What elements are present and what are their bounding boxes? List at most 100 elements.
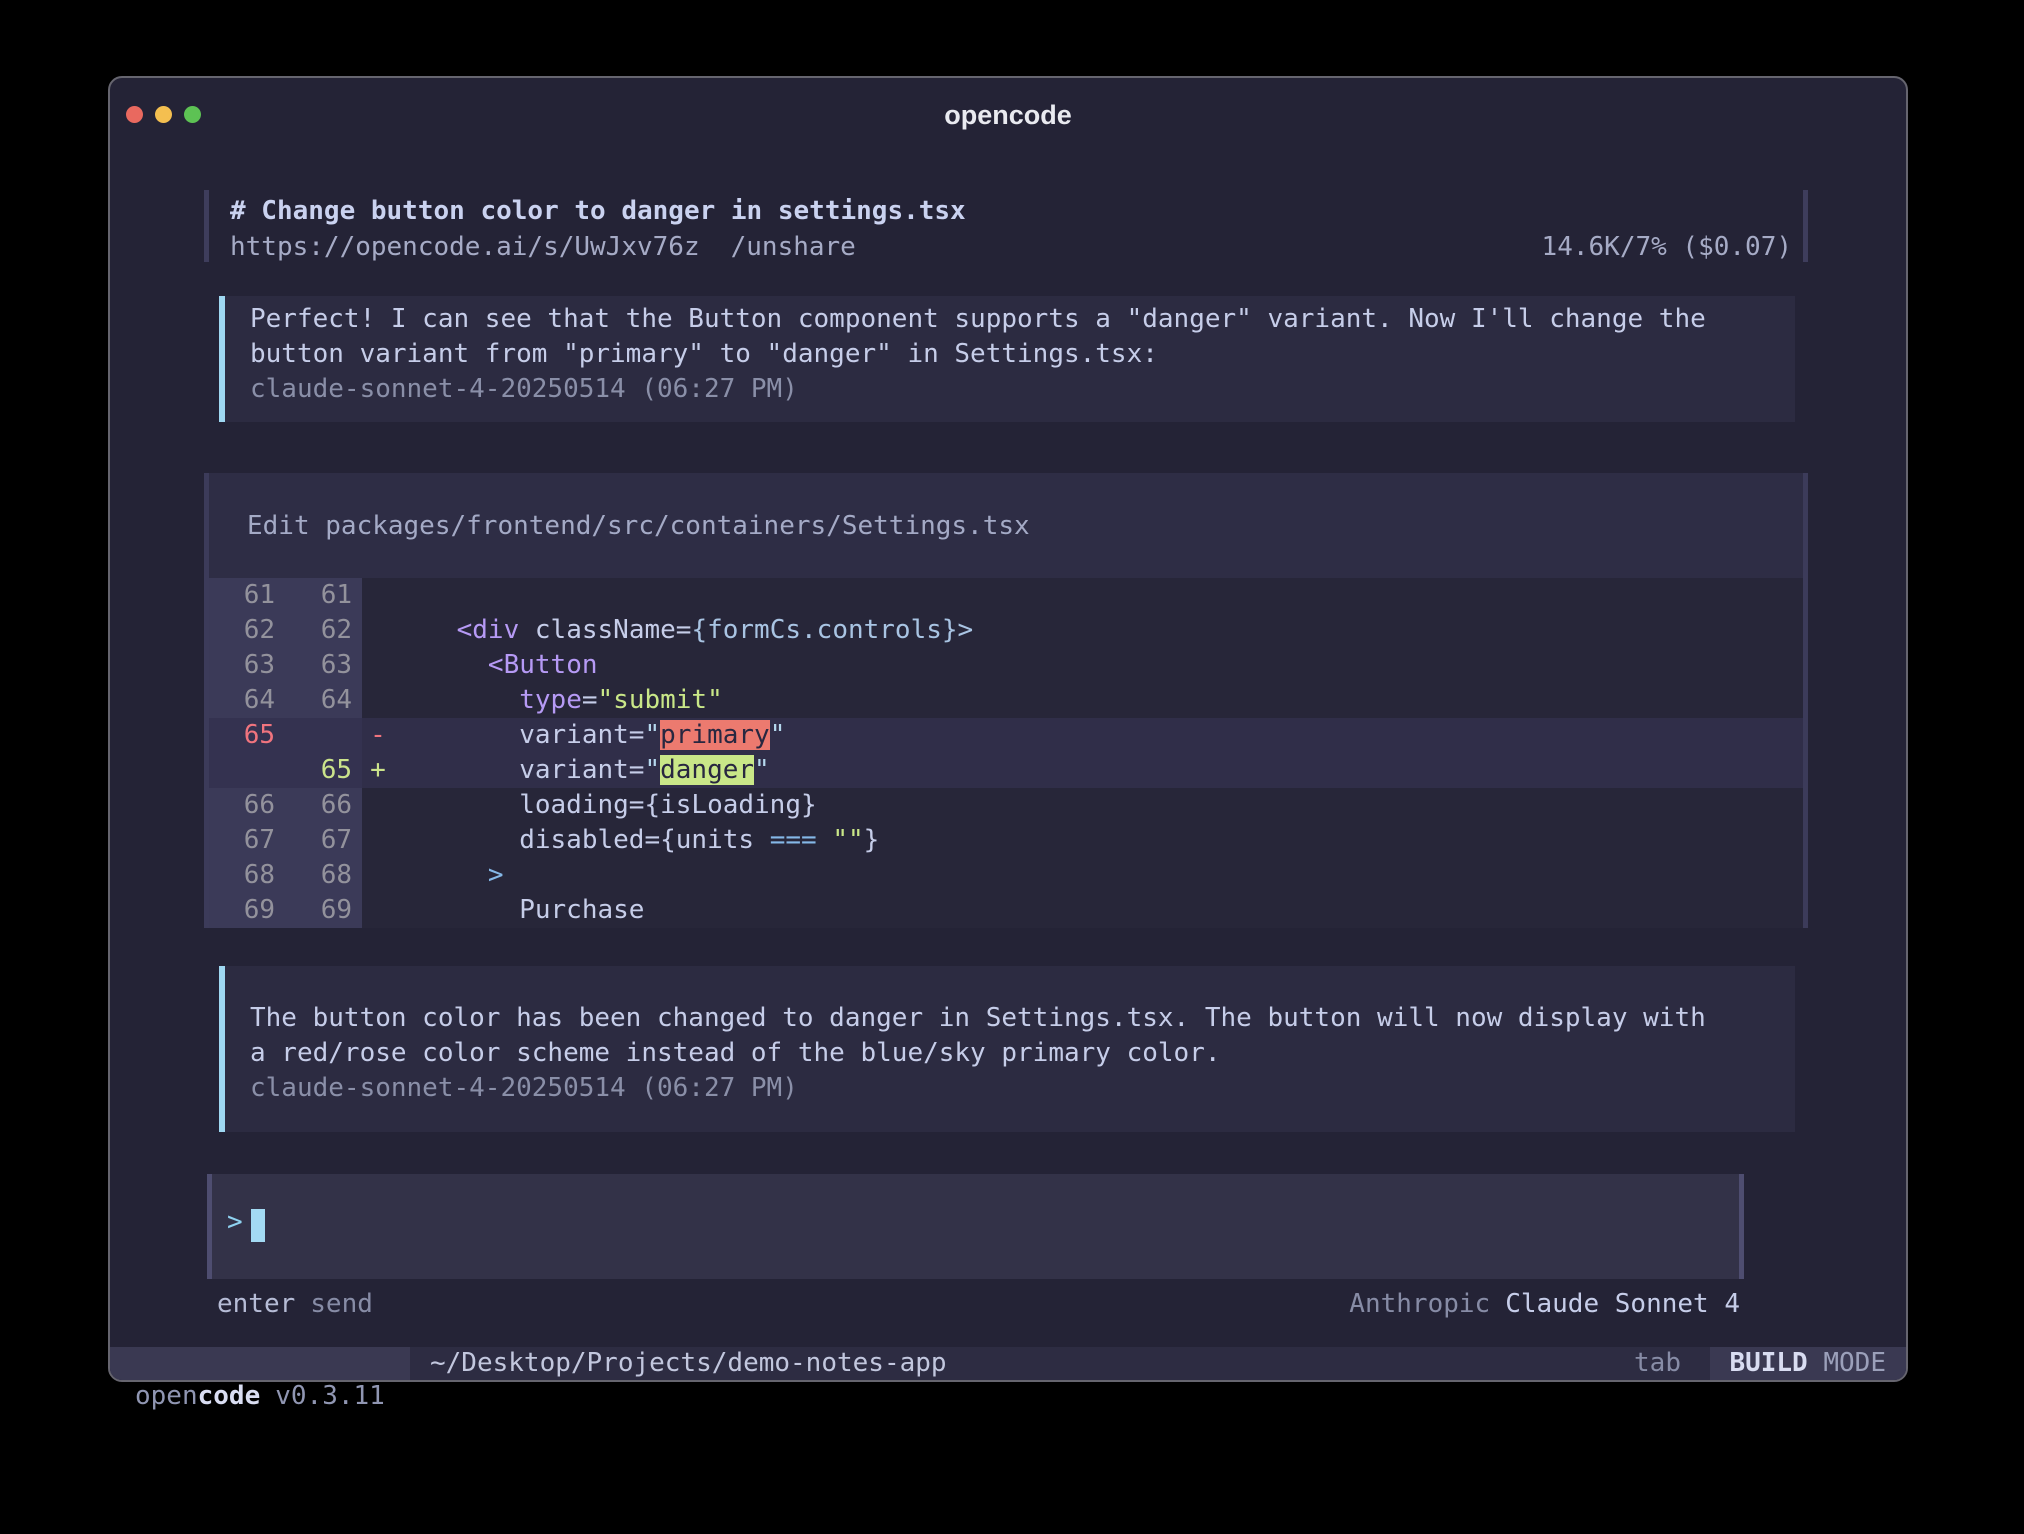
code-segment: Purchase [394, 895, 644, 925]
code-segment: = [582, 685, 598, 715]
diff-code-line [394, 578, 1803, 613]
diff-old-line-number [209, 753, 285, 788]
diff-marker [362, 648, 394, 683]
app-name-open: open [135, 1381, 198, 1411]
header-left-border [204, 190, 209, 262]
diff-new-line-number: 64 [285, 683, 362, 718]
diff-rows: 61616262 <div className={formCs.controls… [209, 578, 1803, 928]
prompt-input[interactable]: > [207, 1174, 1744, 1279]
diff-marker: - [362, 718, 394, 753]
diff-code-line: type="submit" [394, 683, 1803, 718]
diff-row: 6262 <div className={formCs.controls}> [209, 613, 1803, 648]
header-right-border [1803, 190, 1808, 262]
diff-view: Edit packages/frontend/src/containers/Se… [209, 473, 1803, 928]
diff-new-line-number: 66 [285, 788, 362, 823]
window-title: opencode [110, 98, 1906, 133]
mode-label: BUILD [1729, 1348, 1807, 1378]
diff-row: 6161 [209, 578, 1803, 613]
code-segment [394, 685, 519, 715]
diff-marker [362, 823, 394, 858]
code-segment: danger [660, 755, 754, 785]
diff-old-line-number: 68 [209, 858, 285, 893]
share-url-row: https://opencode.ai/s/UwJxv76z/unshare [230, 230, 856, 265]
prompt-symbol: > [227, 1205, 243, 1240]
code-segment: === [770, 825, 817, 855]
diff-new-line-number: 67 [285, 823, 362, 858]
context-usage: 14.6K/7% ($0.07) [1542, 230, 1792, 265]
diff-old-line-number: 62 [209, 613, 285, 648]
code-segment: variant= [394, 755, 644, 785]
diff-old-line-number: 67 [209, 823, 285, 858]
app-name-code: code [198, 1381, 261, 1411]
diff-code-line: disabled={units === ""} [394, 823, 1803, 858]
diff-marker: + [362, 753, 394, 788]
code-segment: " [644, 720, 660, 750]
diff-new-line-number: 69 [285, 893, 362, 928]
diff-marker [362, 578, 394, 613]
code-segment: <div [457, 615, 520, 645]
titlebar: opencode [110, 78, 1906, 138]
code-segment: type [519, 685, 582, 715]
model-name: Claude Sonnet 4 [1505, 1289, 1740, 1319]
code-segment: {formCs.controls}> [691, 615, 973, 645]
share-header: # Change button color to danger in setti… [204, 190, 1808, 262]
diff-code-line: variant="primary" [394, 718, 1803, 753]
diff-row: 6969 Purchase [209, 893, 1803, 928]
build-mode-badge: BUILD MODE [1710, 1347, 1906, 1380]
code-segment: primary [660, 720, 770, 750]
diff-old-line-number: 61 [209, 578, 285, 613]
code-segment [394, 860, 488, 890]
message-text-line: a red/rose color scheme instead of the b… [250, 1036, 1221, 1071]
code-segment: "submit" [598, 685, 723, 715]
diff-new-line-number: 61 [285, 578, 362, 613]
code-segment [817, 825, 833, 855]
diff-code-line: loading={isLoading} [394, 788, 1803, 823]
code-segment: "" [832, 825, 863, 855]
diff-row: 65+ variant="danger" [209, 753, 1803, 788]
diff-old-line-number: 65 [209, 718, 285, 753]
diff-marker [362, 788, 394, 823]
assistant-message: Perfect! I can see that the Button compo… [219, 296, 1795, 422]
diff-new-line-number: 65 [285, 753, 362, 788]
diff-code-line: Purchase [394, 893, 1803, 928]
diff-row: 6868 > [209, 858, 1803, 893]
session-title: # Change button color to danger in setti… [230, 194, 966, 229]
diff-marker [362, 858, 394, 893]
enter-hint-action: send [310, 1289, 373, 1319]
code-segment: " [770, 720, 786, 750]
diff-new-line-number: 68 [285, 858, 362, 893]
diff-new-line-number [285, 718, 362, 753]
assistant-message: The button color has been changed to dan… [219, 966, 1795, 1132]
diff-row: 6666 loading={isLoading} [209, 788, 1803, 823]
model-indicator: Anthropic Claude Sonnet 4 [1349, 1287, 1740, 1322]
message-text-line: button variant from "primary" to "danger… [250, 337, 1158, 372]
text-cursor [251, 1209, 265, 1242]
diff-row: 6363 <Button [209, 648, 1803, 683]
edit-tool-header: Edit packages/frontend/src/containers/Se… [209, 473, 1803, 578]
edit-tool-title: Edit packages/frontend/src/containers/Se… [247, 509, 1030, 544]
code-segment: loading={isLoading} [394, 790, 817, 820]
enter-hint-key: enter [217, 1289, 295, 1319]
message-meta: claude-sonnet-4-20250514 (06:27 PM) [250, 1071, 798, 1106]
app-version: v0.3.11 [275, 1381, 385, 1411]
model-provider: Anthropic [1349, 1289, 1490, 1319]
diff-marker [362, 683, 394, 718]
diff-old-line-number: 63 [209, 648, 285, 683]
code-segment [394, 615, 457, 645]
diff-code-line: <div className={formCs.controls}> [394, 613, 1803, 648]
code-segment: } [864, 825, 880, 855]
diff-code-line: <Button [394, 648, 1803, 683]
diff-old-line-number: 69 [209, 893, 285, 928]
code-segment: > [488, 860, 504, 890]
enter-hint: enter send [217, 1287, 373, 1322]
diff-row: 65 - variant="primary" [209, 718, 1803, 753]
diff-marker [362, 893, 394, 928]
app-window: opencode # Change button color to danger… [108, 76, 1908, 1382]
diff-marker [362, 613, 394, 648]
card-right-border [1803, 473, 1808, 928]
mode-suffix: MODE [1808, 1348, 1886, 1378]
code-segment: className= [519, 615, 691, 645]
share-url[interactable]: https://opencode.ai/s/UwJxv76z [230, 232, 700, 262]
message-text-line: Perfect! I can see that the Button compo… [250, 302, 1706, 337]
code-segment: " [644, 755, 660, 785]
